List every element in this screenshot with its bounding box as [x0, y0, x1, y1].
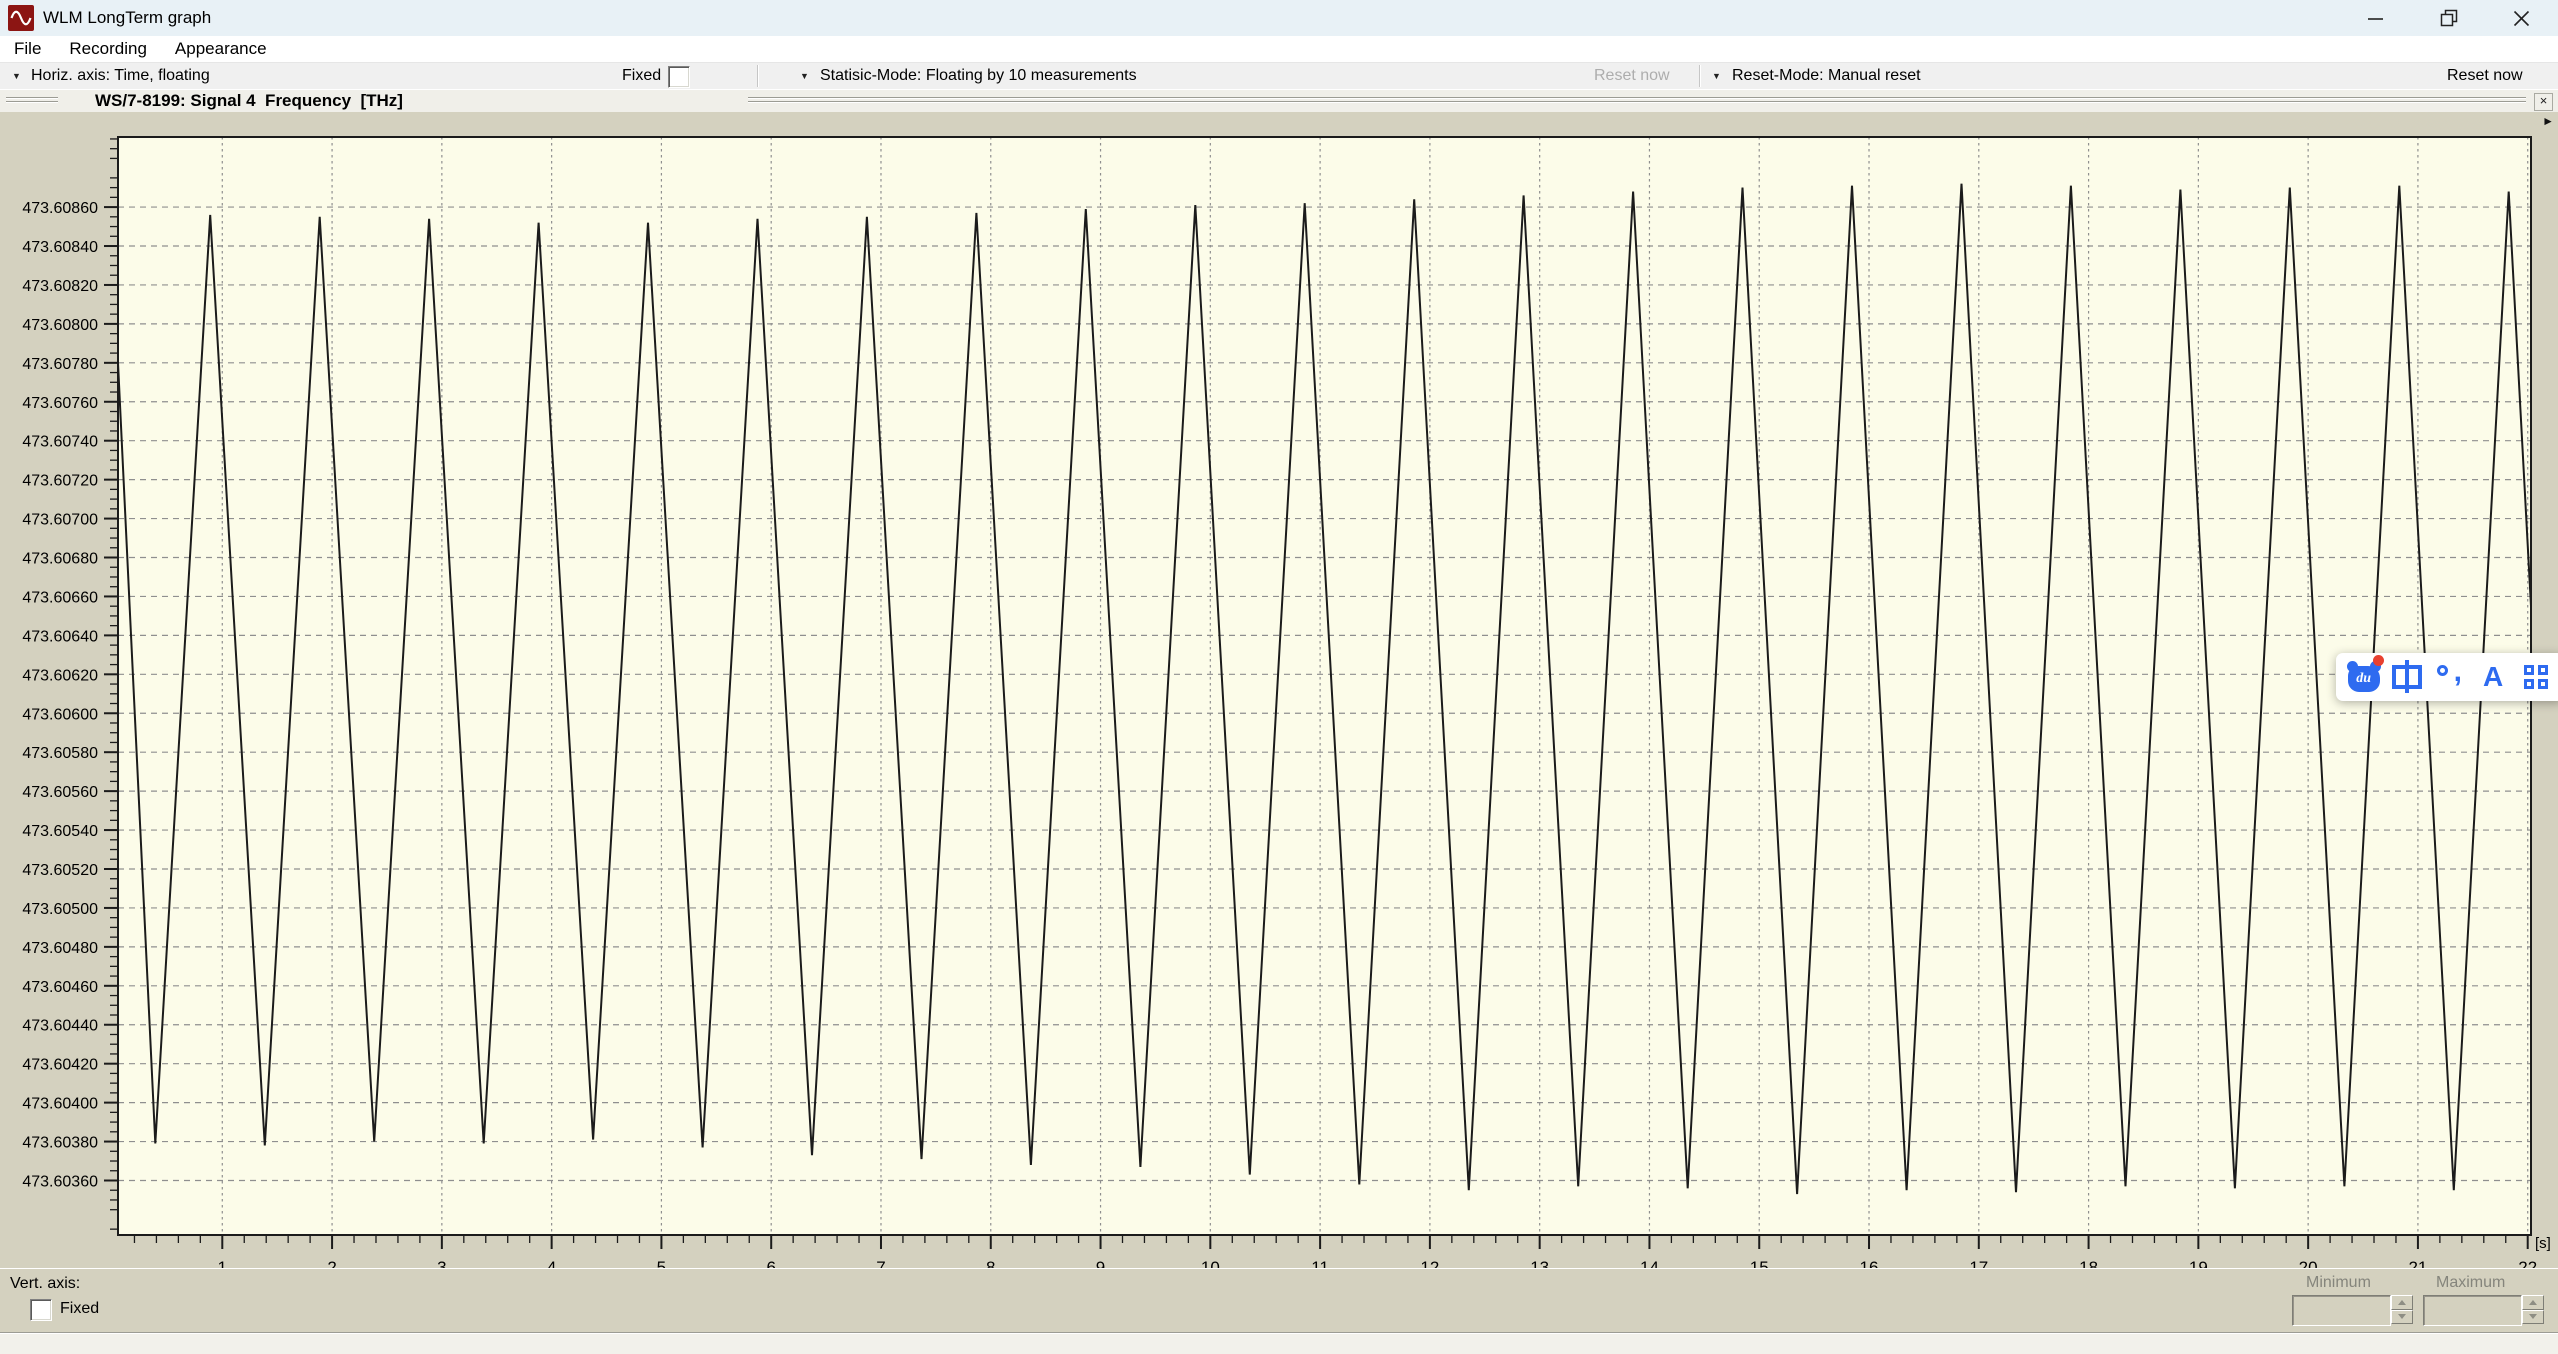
maximum-stepper[interactable] — [2522, 1295, 2544, 1324]
svg-text:473.60820: 473.60820 — [22, 278, 98, 295]
toolbar-separator — [1699, 65, 1701, 87]
svg-text:473.60640: 473.60640 — [22, 628, 98, 645]
svg-text:473.60520: 473.60520 — [22, 862, 98, 879]
reset-now-button[interactable]: Reset now — [2447, 67, 2523, 85]
svg-text:473.60560: 473.60560 — [22, 784, 98, 801]
window-title: WLM LongTerm graph — [43, 8, 212, 27]
svg-text:473.60680: 473.60680 — [22, 551, 98, 568]
chevron-down-icon[interactable]: ▼ — [800, 71, 809, 81]
window-controls — [2339, 0, 2558, 36]
stepper-down-icon[interactable] — [2391, 1309, 2413, 1324]
chinese-english-toggle-icon[interactable] — [2389, 657, 2425, 697]
minimize-button-icon[interactable] — [2339, 0, 2412, 36]
svg-text:473.60780: 473.60780 — [22, 356, 98, 373]
stepper-down-icon[interactable] — [2522, 1309, 2544, 1324]
bottom-strip — [0, 1332, 2558, 1354]
svg-text:473.60660: 473.60660 — [22, 589, 98, 606]
statistic-mode-dropdown[interactable]: Statisic-Mode: Floating by 10 measuremen… — [820, 67, 1137, 85]
fixed-vert-label: Fixed — [60, 1300, 100, 1317]
toolbar-separator — [757, 65, 759, 87]
maximum-label: Maximum — [2436, 1274, 2506, 1291]
vert-axis-panel: Vert. axis: Fixed Minimum Maximum — [0, 1268, 2558, 1332]
vert-axis-label: Vert. axis: — [10, 1275, 81, 1292]
svg-text:473.60380: 473.60380 — [22, 1135, 98, 1152]
menu-file[interactable]: File — [0, 39, 55, 59]
menu-recording[interactable]: Recording — [55, 39, 161, 59]
svg-text:473.60540: 473.60540 — [22, 823, 98, 840]
chevron-down-icon[interactable]: ▼ — [12, 71, 21, 81]
titlebar: WLM LongTerm graph — [0, 0, 2558, 36]
notification-badge — [2372, 655, 2384, 666]
minimum-label: Minimum — [2306, 1274, 2371, 1291]
longterm-frequency-chart: 473.60860 473.60840 473.60820 473.60800 473.… — [22, 136, 2551, 1272]
ime-floating-toolbar: du , A — [2336, 653, 2558, 701]
reset-mode-dropdown[interactable]: Reset-Mode: Manual reset — [1732, 67, 1921, 85]
svg-text:473.60840: 473.60840 — [22, 239, 98, 256]
menu-appearance[interactable]: Appearance — [161, 39, 281, 59]
fixed-vert-checkbox[interactable] — [30, 1299, 52, 1321]
chevron-down-icon[interactable]: ▼ — [1712, 71, 1721, 81]
fixed-horiz-label: Fixed — [622, 67, 662, 84]
svg-text:473.60800: 473.60800 — [22, 317, 98, 334]
stepper-up-icon[interactable] — [2522, 1295, 2544, 1310]
chart-band-header: WS/7-8199: Signal 4 Frequency [THz] × — [0, 89, 2558, 112]
svg-text:473.60580: 473.60580 — [22, 745, 98, 762]
svg-text:473.60400: 473.60400 — [22, 1096, 98, 1113]
chart-band-title: WS/7-8199: Signal 4 Frequency [THz] — [95, 91, 403, 110]
close-button-icon[interactable] — [2485, 0, 2558, 36]
chart-area: 473.60860 473.60840 473.60820 473.60800 473.… — [0, 112, 2558, 1272]
punctuation-mode-icon[interactable]: , — [2432, 655, 2468, 697]
svg-text:473.60480: 473.60480 — [22, 940, 98, 957]
groove-line — [6, 97, 58, 104]
menubar: File Recording Appearance — [0, 36, 2558, 62]
svg-text:473.60360: 473.60360 — [22, 1173, 98, 1190]
minimum-stepper[interactable] — [2391, 1295, 2413, 1324]
minimum-input[interactable] — [2292, 1295, 2391, 1326]
scroll-right-arrow-icon[interactable]: ► — [2542, 114, 2554, 128]
stepper-up-icon[interactable] — [2391, 1295, 2413, 1310]
chart-band-close-icon[interactable]: × — [2534, 93, 2553, 111]
svg-text:473.60740: 473.60740 — [22, 434, 98, 451]
svg-text:473.60440: 473.60440 — [22, 1018, 98, 1035]
groove-line — [748, 97, 2526, 104]
svg-text:473.60860: 473.60860 — [22, 200, 98, 217]
svg-text:473.60760: 473.60760 — [22, 395, 98, 412]
svg-text:473.60600: 473.60600 — [22, 706, 98, 723]
app-sine-wave-icon — [8, 5, 34, 31]
ime-menu-grid-icon[interactable] — [2518, 657, 2554, 697]
svg-text:473.60420: 473.60420 — [22, 1057, 98, 1074]
restore-button-icon[interactable] — [2412, 0, 2485, 36]
svg-text:473.60620: 473.60620 — [22, 667, 98, 684]
baidu-ime-logo-icon[interactable]: du — [2346, 655, 2384, 697]
svg-text:473.60700: 473.60700 — [22, 512, 98, 529]
fixed-horiz-checkbox[interactable] — [668, 66, 690, 88]
character-width-icon[interactable]: A — [2475, 657, 2511, 697]
svg-text:473.60500: 473.60500 — [22, 901, 98, 918]
reset-now-button-disabled: Reset now — [1594, 67, 1670, 84]
svg-text:[s]: [s] — [2535, 1235, 2551, 1252]
horiz-axis-dropdown[interactable]: Horiz. axis: Time, floating — [31, 67, 210, 85]
toolbar: ▼ Horiz. axis: Time, floating Fixed ▼ St… — [0, 62, 2558, 89]
maximum-input[interactable] — [2423, 1295, 2522, 1326]
svg-text:473.60460: 473.60460 — [22, 979, 98, 996]
svg-text:473.60720: 473.60720 — [22, 473, 98, 490]
app-window: WLM LongTerm graph File Recording Appear… — [0, 0, 2558, 1354]
